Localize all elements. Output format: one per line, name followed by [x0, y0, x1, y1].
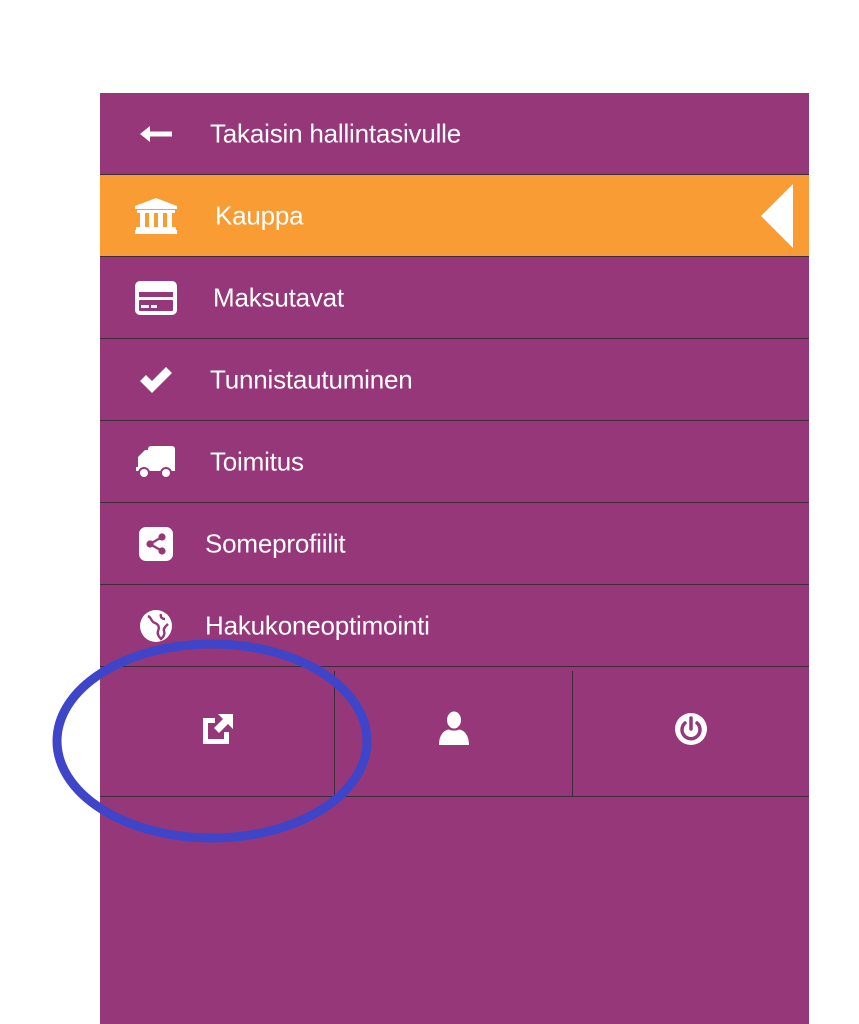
sidebar-item-label: Toimitus [210, 446, 304, 476]
sidebar-item-label: Someprofiilit [205, 528, 346, 558]
sidebar-item-tunnistautuminen[interactable]: Tunnistautuminen [100, 339, 809, 421]
credit-card-icon [134, 276, 178, 320]
arrow-left-icon [134, 112, 178, 156]
globe-icon [134, 604, 178, 648]
sidebar-item-label: Tunnistautuminen [210, 364, 413, 394]
active-indicator-arrow [761, 183, 793, 248]
truck-icon [134, 440, 178, 484]
admin-sidebar: Takaisin hallintasivulle Kauppa Maksutav… [100, 93, 809, 1024]
sidebar-item-label: Maksutavat [213, 282, 344, 312]
sidebar-item-hakukoneoptimointi[interactable]: Hakukoneoptimointi [100, 585, 809, 667]
sidebar-item-kauppa[interactable]: Kauppa [100, 175, 809, 257]
user-icon [434, 709, 474, 749]
open-store-external-button[interactable] [100, 671, 335, 796]
logout-button[interactable] [573, 671, 809, 796]
bank-icon [134, 194, 178, 238]
sidebar-item-label: Hakukoneoptimointi [205, 610, 430, 640]
page: Takaisin hallintasivulle Kauppa Maksutav… [0, 0, 859, 1024]
sidebar-item-toimitus[interactable]: Toimitus [100, 421, 809, 503]
power-icon [671, 709, 711, 749]
sidebar-item-someprofiilit[interactable]: Someprofiilit [100, 503, 809, 585]
user-profile-button[interactable] [335, 671, 573, 796]
sidebar-item-label: Takaisin hallintasivulle [210, 118, 461, 148]
checkmark-icon [134, 358, 178, 402]
external-link-icon [197, 709, 237, 749]
sidebar-item-back-to-admin[interactable]: Takaisin hallintasivulle [100, 93, 809, 175]
sidebar-item-maksutavat[interactable]: Maksutavat [100, 257, 809, 339]
sidebar-item-label: Kauppa [215, 200, 304, 230]
sidebar-footer-actions [100, 671, 809, 797]
share-icon [134, 522, 178, 566]
